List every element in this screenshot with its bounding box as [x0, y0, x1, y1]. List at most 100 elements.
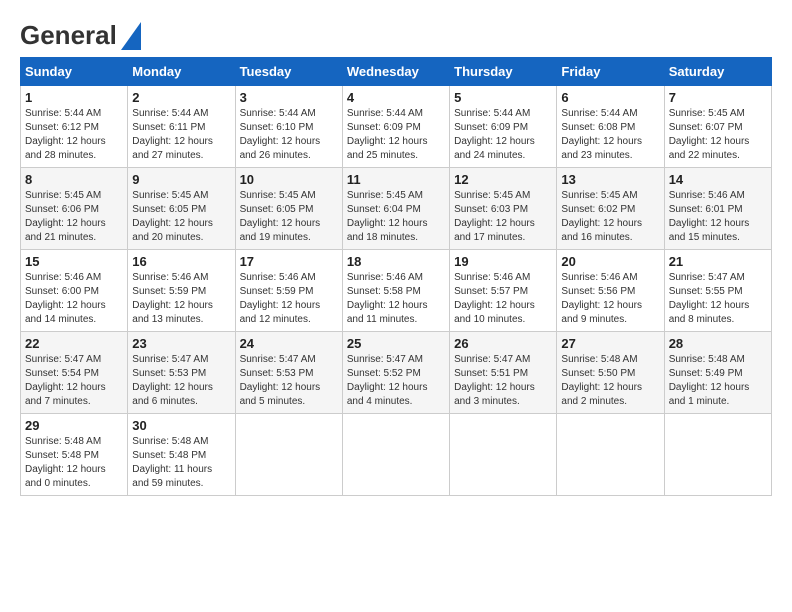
logo-general: General — [20, 20, 117, 51]
calendar-day-cell: 5 Sunrise: 5:44 AM Sunset: 6:09 PM Daylig… — [450, 86, 557, 168]
day-of-week-header: Saturday — [664, 58, 771, 86]
day-number: 19 — [454, 254, 552, 269]
day-info: Sunrise: 5:46 AM Sunset: 6:01 PM Dayligh… — [669, 189, 767, 245]
day-info: Sunrise: 5:48 AM Sunset: 5:48 PM Dayligh… — [25, 435, 123, 491]
calendar-day-cell: 20 Sunrise: 5:46 AM Sunset: 5:56 PM Dayli… — [557, 250, 664, 332]
day-info: Sunrise: 5:47 AM Sunset: 5:54 PM Dayligh… — [25, 353, 123, 409]
day-number: 12 — [454, 172, 552, 187]
calendar-week-row: 15Sunrise: 5:46 AM Sunset: 6:00 PM Dayli… — [21, 250, 772, 332]
calendar-day-cell: 15Sunrise: 5:46 AM Sunset: 6:00 PM Dayli… — [21, 250, 128, 332]
calendar-day-cell: 17 Sunrise: 5:46 AM Sunset: 5:59 PM Dayli… — [235, 250, 342, 332]
day-number: 10 — [240, 172, 338, 187]
calendar-day-cell — [342, 414, 449, 496]
calendar-day-cell: 13 Sunrise: 5:45 AM Sunset: 6:02 PM Dayli… — [557, 168, 664, 250]
day-number: 21 — [669, 254, 767, 269]
day-number: 7 — [669, 90, 767, 105]
calendar-day-cell — [557, 414, 664, 496]
day-info: Sunrise: 5:45 AM Sunset: 6:03 PM Dayligh… — [454, 189, 552, 245]
day-number: 13 — [561, 172, 659, 187]
day-info: Sunrise: 5:47 AM Sunset: 5:52 PM Dayligh… — [347, 353, 445, 409]
calendar-day-cell — [450, 414, 557, 496]
calendar-day-cell: 28Sunrise: 5:48 AM Sunset: 5:49 PM Dayli… — [664, 332, 771, 414]
day-info: Sunrise: 5:48 AM Sunset: 5:48 PM Dayligh… — [132, 435, 230, 491]
calendar-day-cell: 29 Sunrise: 5:48 AM Sunset: 5:48 PM Dayli… — [21, 414, 128, 496]
logo-triangle-icon — [121, 22, 141, 50]
day-number: 8 — [25, 172, 123, 187]
day-of-week-header: Thursday — [450, 58, 557, 86]
calendar-day-cell — [664, 414, 771, 496]
calendar-day-cell: 8 Sunrise: 5:45 AM Sunset: 6:06 PM Daylig… — [21, 168, 128, 250]
calendar-table: SundayMondayTuesdayWednesdayThursdayFrid… — [20, 57, 772, 496]
logo: General — [20, 20, 141, 47]
day-number: 6 — [561, 90, 659, 105]
day-info: Sunrise: 5:45 AM Sunset: 6:05 PM Dayligh… — [240, 189, 338, 245]
calendar-day-cell: 23 Sunrise: 5:47 AM Sunset: 5:53 PM Dayli… — [128, 332, 235, 414]
day-of-week-header: Wednesday — [342, 58, 449, 86]
calendar-day-cell: 30 Sunrise: 5:48 AM Sunset: 5:48 PM Dayli… — [128, 414, 235, 496]
calendar-day-cell: 14 Sunrise: 5:46 AM Sunset: 6:01 PM Dayli… — [664, 168, 771, 250]
day-info: Sunrise: 5:47 AM Sunset: 5:53 PM Dayligh… — [132, 353, 230, 409]
calendar-header-row: SundayMondayTuesdayWednesdayThursdayFrid… — [21, 58, 772, 86]
day-number: 22 — [25, 336, 123, 351]
day-number: 17 — [240, 254, 338, 269]
day-number: 11 — [347, 172, 445, 187]
calendar-week-row: 8 Sunrise: 5:45 AM Sunset: 6:06 PM Daylig… — [21, 168, 772, 250]
day-info: Sunrise: 5:47 AM Sunset: 5:55 PM Dayligh… — [669, 271, 767, 327]
calendar-day-cell: 19 Sunrise: 5:46 AM Sunset: 5:57 PM Dayli… — [450, 250, 557, 332]
calendar-day-cell: 11 Sunrise: 5:45 AM Sunset: 6:04 PM Dayli… — [342, 168, 449, 250]
day-of-week-header: Tuesday — [235, 58, 342, 86]
day-info: Sunrise: 5:45 AM Sunset: 6:06 PM Dayligh… — [25, 189, 123, 245]
day-info: Sunrise: 5:44 AM Sunset: 6:11 PM Dayligh… — [132, 107, 230, 163]
day-number: 14 — [669, 172, 767, 187]
day-info: Sunrise: 5:45 AM Sunset: 6:04 PM Dayligh… — [347, 189, 445, 245]
day-info: Sunrise: 5:45 AM Sunset: 6:07 PM Dayligh… — [669, 107, 767, 163]
calendar-day-cell: 21 Sunrise: 5:47 AM Sunset: 5:55 PM Dayli… — [664, 250, 771, 332]
day-number: 5 — [454, 90, 552, 105]
day-number: 30 — [132, 418, 230, 433]
day-info: Sunrise: 5:44 AM Sunset: 6:08 PM Dayligh… — [561, 107, 659, 163]
day-info: Sunrise: 5:46 AM Sunset: 5:58 PM Dayligh… — [347, 271, 445, 327]
day-of-week-header: Friday — [557, 58, 664, 86]
calendar-day-cell: 9Sunrise: 5:45 AM Sunset: 6:05 PM Daylig… — [128, 168, 235, 250]
day-number: 26 — [454, 336, 552, 351]
calendar-day-cell: 10 Sunrise: 5:45 AM Sunset: 6:05 PM Dayli… — [235, 168, 342, 250]
calendar-week-row: 29 Sunrise: 5:48 AM Sunset: 5:48 PM Dayli… — [21, 414, 772, 496]
day-number: 20 — [561, 254, 659, 269]
calendar-day-cell: 3Sunrise: 5:44 AM Sunset: 6:10 PM Daylig… — [235, 86, 342, 168]
calendar-day-cell: 2 Sunrise: 5:44 AM Sunset: 6:11 PM Daylig… — [128, 86, 235, 168]
calendar-day-cell: 16 Sunrise: 5:46 AM Sunset: 5:59 PM Dayli… — [128, 250, 235, 332]
day-info: Sunrise: 5:44 AM Sunset: 6:09 PM Dayligh… — [454, 107, 552, 163]
page-header: General — [20, 20, 772, 47]
day-info: Sunrise: 5:44 AM Sunset: 6:09 PM Dayligh… — [347, 107, 445, 163]
calendar-day-cell: 26 Sunrise: 5:47 AM Sunset: 5:51 PM Dayli… — [450, 332, 557, 414]
calendar-day-cell: 1Sunrise: 5:44 AM Sunset: 6:12 PM Daylig… — [21, 86, 128, 168]
day-number: 25 — [347, 336, 445, 351]
calendar-day-cell — [235, 414, 342, 496]
day-number: 23 — [132, 336, 230, 351]
day-info: Sunrise: 5:48 AM Sunset: 5:50 PM Dayligh… — [561, 353, 659, 409]
day-info: Sunrise: 5:44 AM Sunset: 6:12 PM Dayligh… — [25, 107, 123, 163]
day-info: Sunrise: 5:46 AM Sunset: 5:56 PM Dayligh… — [561, 271, 659, 327]
day-info: Sunrise: 5:45 AM Sunset: 6:02 PM Dayligh… — [561, 189, 659, 245]
day-info: Sunrise: 5:47 AM Sunset: 5:53 PM Dayligh… — [240, 353, 338, 409]
day-info: Sunrise: 5:46 AM Sunset: 5:59 PM Dayligh… — [132, 271, 230, 327]
day-info: Sunrise: 5:44 AM Sunset: 6:10 PM Dayligh… — [240, 107, 338, 163]
day-info: Sunrise: 5:47 AM Sunset: 5:51 PM Dayligh… — [454, 353, 552, 409]
day-number: 27 — [561, 336, 659, 351]
day-of-week-header: Monday — [128, 58, 235, 86]
day-number: 18 — [347, 254, 445, 269]
calendar-day-cell: 7 Sunrise: 5:45 AM Sunset: 6:07 PM Daylig… — [664, 86, 771, 168]
day-info: Sunrise: 5:46 AM Sunset: 6:00 PM Dayligh… — [25, 271, 123, 327]
day-number: 4 — [347, 90, 445, 105]
calendar-day-cell: 18 Sunrise: 5:46 AM Sunset: 5:58 PM Dayli… — [342, 250, 449, 332]
day-info: Sunrise: 5:46 AM Sunset: 5:57 PM Dayligh… — [454, 271, 552, 327]
day-of-week-header: Sunday — [21, 58, 128, 86]
day-info: Sunrise: 5:48 AM Sunset: 5:49 PM Dayligh… — [669, 353, 767, 409]
day-number: 29 — [25, 418, 123, 433]
calendar-week-row: 1Sunrise: 5:44 AM Sunset: 6:12 PM Daylig… — [21, 86, 772, 168]
calendar-day-cell: 22 Sunrise: 5:47 AM Sunset: 5:54 PM Dayli… — [21, 332, 128, 414]
day-number: 9 — [132, 172, 230, 187]
day-info: Sunrise: 5:46 AM Sunset: 5:59 PM Dayligh… — [240, 271, 338, 327]
day-number: 2 — [132, 90, 230, 105]
day-number: 16 — [132, 254, 230, 269]
